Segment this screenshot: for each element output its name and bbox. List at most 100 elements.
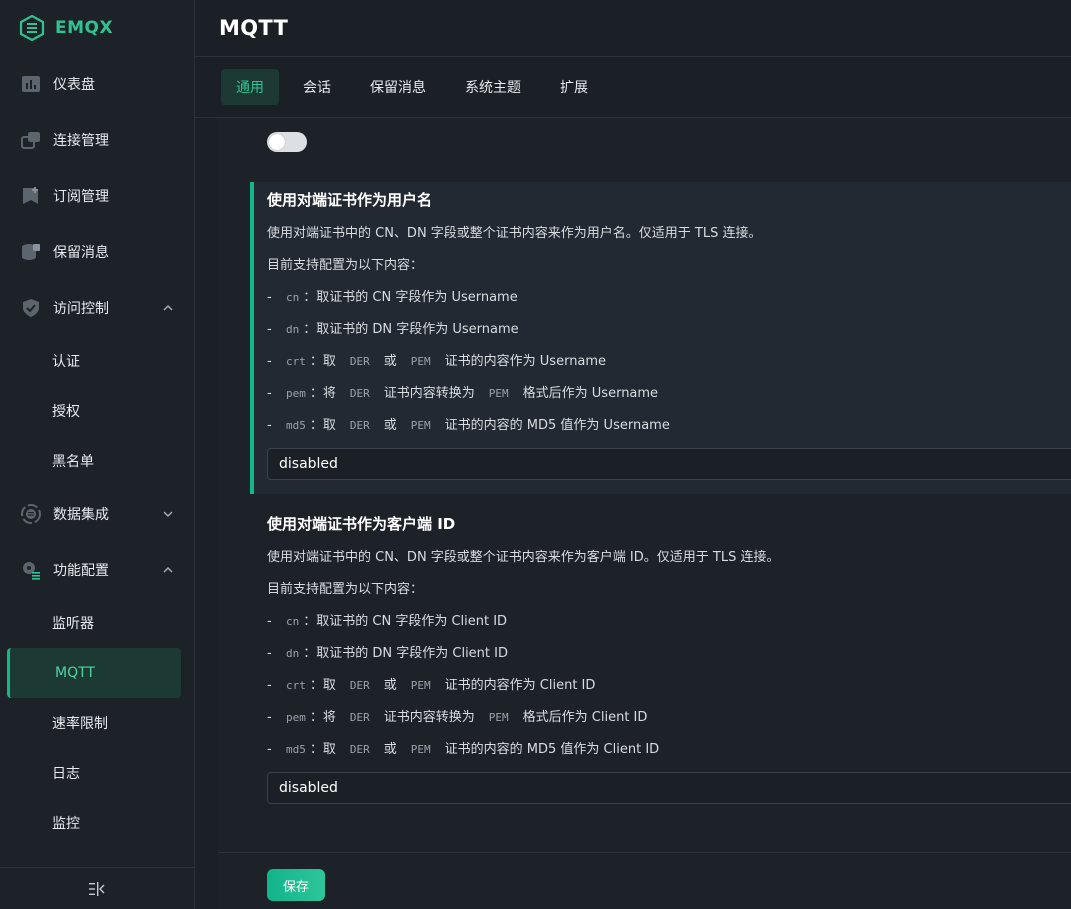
peer-cert-username-select[interactable]: disabled [267, 448, 1071, 480]
dash: - [267, 418, 272, 433]
sidebar-item-mqtt[interactable]: MQTT [7, 648, 181, 698]
option-code: PEM [410, 355, 431, 368]
chevron-up-icon [163, 567, 173, 573]
sidebar-item-subscriptions[interactable]: 订阅管理 [0, 168, 194, 224]
brand-name: EMQX [55, 18, 114, 38]
emqx-logo-icon [19, 15, 45, 41]
option-text: ：取证书的 DN 字段作为 Username [303, 322, 519, 337]
shield-icon [21, 298, 41, 318]
collapse-sidebar-icon [89, 881, 105, 896]
option-code: crt [286, 355, 306, 368]
sidebar-item-label: 数据集成 [53, 507, 109, 523]
option-code: dn [286, 647, 300, 660]
chevron-up-icon [163, 305, 173, 311]
peer-cert-clientid-select[interactable]: disabled [267, 772, 1071, 804]
toggle-knob [269, 134, 285, 150]
dash: - [267, 646, 272, 661]
option-text: ：取证书的 CN 字段作为 Client ID [303, 614, 508, 629]
dash: - [267, 742, 272, 757]
option-line: - cn ：取证书的 CN 字段作为 Client ID [267, 613, 1071, 631]
connections-icon [21, 130, 41, 150]
option-code: DER [349, 387, 370, 400]
collapse-sidebar-button[interactable] [0, 867, 194, 909]
option-code: PEM [410, 743, 431, 756]
sidebar-item-rate-limit[interactable]: 速率限制 [0, 698, 194, 748]
option-text: 证书的内容作为 Username [444, 354, 607, 369]
peer-cert-as-clientid-section: 使用对端证书作为客户端 ID 使用对端证书中的 CN、DN 字段或整个证书内容来… [250, 506, 1071, 816]
peer-cert-as-username-section: 使用对端证书作为用户名 使用对端证书中的 CN、DN 字段或整个证书内容来作为用… [250, 182, 1071, 494]
option-text: ：将 [309, 386, 336, 401]
tab-general[interactable]: 通用 [221, 69, 279, 105]
section-title: 使用对端证书作为用户名 [267, 191, 433, 209]
option-code: PEM [410, 419, 431, 432]
page-header: MQTT [195, 0, 1071, 57]
sidebar-item-listeners[interactable]: 监听器 [0, 598, 194, 648]
chevron-down-icon [163, 511, 173, 517]
subscriptions-icon [21, 186, 41, 206]
dash: - [267, 386, 272, 401]
option-text: ：取 [309, 354, 336, 369]
option-line: - dn ：取证书的 DN 字段作为 Username [267, 321, 1071, 339]
option-code: pem [286, 711, 306, 724]
sidebar-item-label: 访问控制 [53, 301, 109, 317]
option-text: 证书内容转换为 [383, 710, 475, 725]
section-description: 使用对端证书中的 CN、DN 字段或整个证书内容来作为客户端 ID。仅适用于 T… [267, 550, 780, 565]
dash: - [267, 290, 272, 305]
option-code: DER [349, 355, 370, 368]
option-text: ：取 [309, 678, 336, 693]
setting-toggle[interactable] [267, 132, 307, 152]
sidebar-item-access-control[interactable]: 访问控制 [0, 280, 194, 336]
option-text: 证书的内容作为 Client ID [444, 678, 596, 693]
dash: - [267, 354, 272, 369]
option-text: 或 [383, 678, 397, 693]
option-text: ：取证书的 DN 字段作为 Client ID [303, 646, 508, 661]
option-code: DER [349, 679, 370, 692]
brand[interactable]: EMQX [0, 0, 194, 56]
tab-session[interactable]: 会话 [288, 69, 346, 105]
sidebar-item-label: 仪表盘 [53, 77, 95, 93]
sidebar-item-retained[interactable]: 保留消息 [0, 224, 194, 280]
section-description: 使用对端证书中的 CN、DN 字段或整个证书内容来作为用户名。仅适用于 TLS … [267, 226, 762, 241]
tab-retainer[interactable]: 保留消息 [355, 69, 441, 105]
option-code: md5 [286, 743, 306, 756]
sidebar-item-authentication[interactable]: 认证 [0, 336, 194, 386]
sidebar-item-connections[interactable]: 连接管理 [0, 112, 194, 168]
sidebar-nav: 仪表盘 连接管理 订阅管理 保留消息 访问控制 认证 授权 黑名单 数据集成 功… [0, 56, 194, 848]
option-text: ：取 [309, 742, 336, 757]
sidebar-item-monitoring[interactable]: 监控 [0, 798, 194, 848]
option-code: pem [286, 387, 306, 400]
option-line: - crt ：取 DER 或 PEM 证书的内容作为 Client ID [267, 677, 1071, 695]
sidebar-item-log[interactable]: 日志 [0, 748, 194, 798]
settings-icon [21, 560, 41, 580]
sidebar-item-dashboard[interactable]: 仪表盘 [0, 56, 194, 112]
sidebar-item-feature-config[interactable]: 功能配置 [0, 542, 194, 598]
option-line: - pem ：将 DER 证书内容转换为 PEM 格式后作为 Client ID [267, 709, 1071, 727]
sidebar-item-label: 订阅管理 [53, 189, 109, 205]
option-text: 或 [383, 742, 397, 757]
section-title: 使用对端证书作为客户端 ID [267, 515, 456, 533]
option-code: md5 [286, 419, 306, 432]
dash: - [267, 322, 272, 337]
option-text: 证书的内容的 MD5 值作为 Username [444, 418, 670, 433]
section-support-text: 目前支持配置为以下内容： [267, 258, 424, 273]
option-text: ：取 [309, 418, 336, 433]
settings-form: 使用对端证书作为用户名 使用对端证书中的 CN、DN 字段或整个证书内容来作为用… [218, 118, 1071, 852]
tab-system-topics[interactable]: 系统主题 [450, 69, 536, 105]
dash: - [267, 710, 272, 725]
save-button[interactable]: 保存 [267, 869, 325, 901]
dash: - [267, 678, 272, 693]
sidebar-item-blacklist[interactable]: 黑名单 [0, 436, 194, 486]
option-text: 格式后作为 Username [522, 386, 659, 401]
option-line: - pem ：将 DER 证书内容转换为 PEM 格式后作为 Username [267, 385, 1071, 403]
option-line: - crt ：取 DER 或 PEM 证书的内容作为 Username [267, 353, 1071, 371]
sidebar-item-data-integration[interactable]: 数据集成 [0, 486, 194, 542]
tab-extension[interactable]: 扩展 [545, 69, 603, 105]
dash: - [267, 614, 272, 629]
retained-icon [21, 242, 41, 262]
page-title: MQTT [219, 16, 289, 40]
sidebar-item-authorization[interactable]: 授权 [0, 386, 194, 436]
dashboard-icon [21, 74, 41, 94]
integration-icon [21, 504, 41, 524]
sidebar-item-label: 功能配置 [53, 563, 109, 579]
sidebar: EMQX 仪表盘 连接管理 订阅管理 保留消息 访问控制 认证 授权 黑名单 数… [0, 0, 195, 909]
